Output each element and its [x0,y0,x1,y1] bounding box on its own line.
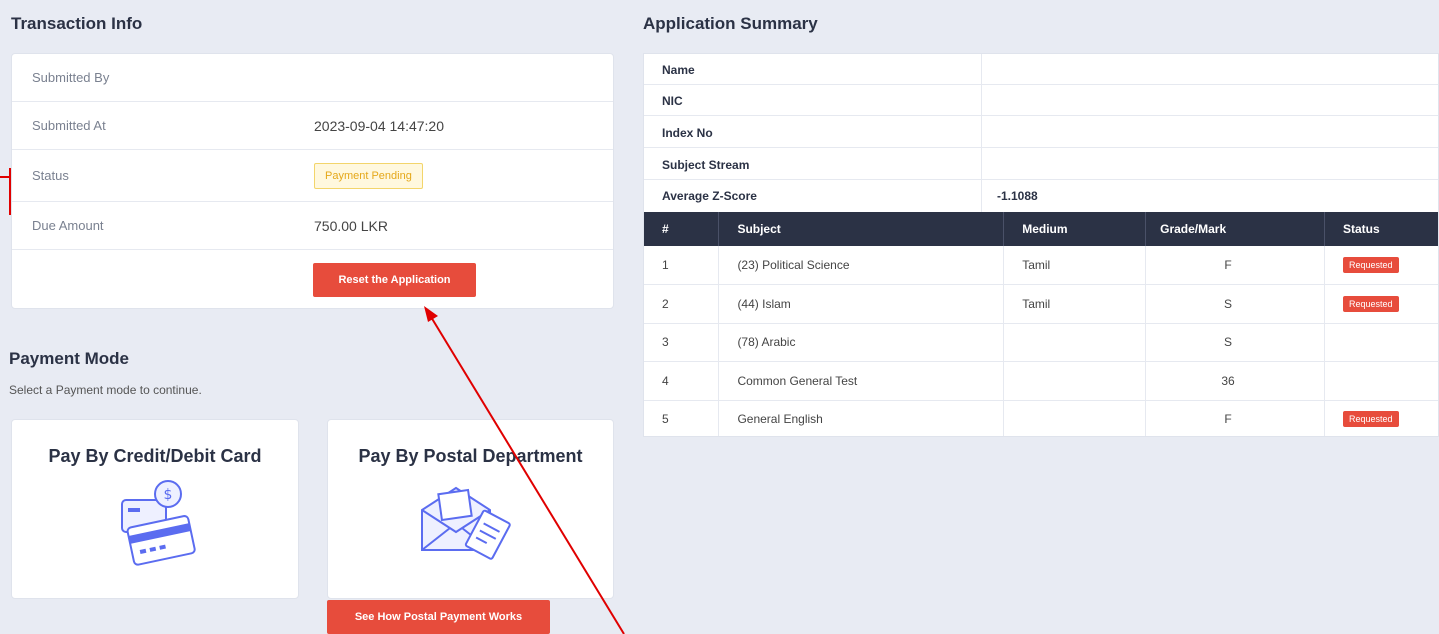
transaction-info-title: Transaction Info [11,14,143,33]
credit-card-icon: $ [121,480,196,566]
status-cell: Requested [1324,284,1438,324]
summary-label: Name [662,63,695,77]
grade-cell: F [1145,246,1325,285]
summary-row-nic: NIC [644,85,1438,116]
svg-text:$: $ [164,487,173,503]
grade-cell: F [1145,400,1325,436]
summary-label: Average Z-Score [662,189,757,203]
subject-cell: Common General Test [718,361,1005,401]
status-cell: Requested [1324,400,1438,436]
column-header: Medium [1003,212,1147,246]
row-number: 4 [644,361,720,401]
tx-row-due-amount: Due Amount 750.00 LKR [12,202,613,250]
tx-label: Status [32,168,69,183]
transaction-info-card: Submitted By Submitted At 2023-09-04 14:… [11,53,614,309]
grade-cell: S [1145,284,1325,324]
medium-cell: Tamil [1003,246,1147,285]
payment-mode-title: Payment Mode [9,349,129,368]
row-number: 3 [644,323,720,362]
medium-cell [1003,400,1147,436]
status-cell: Requested [1324,246,1438,285]
row-number: 1 [644,246,720,285]
summary-row-index-no: Index No [644,117,1438,148]
z-score-value: -1.1088 [997,189,1038,203]
tx-value: 750.00 LKR [314,217,388,234]
table-row: 3 (78) Arabic S [644,323,1438,362]
row-number: 5 [644,400,720,436]
tx-label: Submitted By [32,70,110,85]
subject-cell: General English [718,400,1005,436]
medium-cell [1003,361,1147,401]
medium-cell: Tamil [1003,284,1147,324]
tx-row-status: Status Payment Pending [12,150,613,202]
pay-by-postal-option[interactable]: Pay By Postal Department [327,419,614,599]
requested-badge: Requested [1343,411,1399,428]
subject-cell: (78) Arabic [718,323,1005,362]
row-number: 2 [644,284,720,324]
summary-row-name: Name [644,54,1438,85]
column-header: Status [1324,212,1438,246]
requested-badge: Requested [1343,257,1399,273]
tx-row-submitted-by: Submitted By [12,54,613,102]
table-row: 4 Common General Test 36 [644,361,1438,401]
table-row: 2 (44) Islam Tamil S Requested [644,284,1438,324]
summary-row-z-score: Average Z-Score -1.1088 [644,180,1438,211]
status-cell [1324,323,1438,362]
pay-by-card-title: Pay By Credit/Debit Card [48,446,262,466]
medium-cell [1003,323,1147,362]
envelope-icon [421,486,511,560]
tx-value: 2023-09-04 14:47:20 [314,117,444,134]
pay-by-postal-title: Pay By Postal Department [358,446,583,466]
summary-label: NIC [662,94,683,108]
summary-row-subject-stream: Subject Stream [644,149,1438,180]
table-row: 1 (23) Political Science Tamil F Request… [644,246,1438,285]
status-badge: Payment Pending [314,162,423,189]
column-header: Grade/Mark [1145,212,1325,246]
subject-cell: (23) Political Science [718,246,1005,285]
grade-cell: 36 [1145,361,1325,401]
table-header-row: # Subject Medium Grade/Mark Status [644,212,1438,246]
postal-payment-help-button[interactable]: See How Postal Payment Works [327,600,550,634]
summary-label: Index No [662,126,713,140]
summary-label: Subject Stream [662,158,750,172]
tx-label: Due Amount [32,218,104,233]
table-row: 5 General English F Requested [644,400,1438,436]
status-cell [1324,361,1438,401]
tx-label: Submitted At [32,118,106,133]
subject-cell: (44) Islam [718,284,1005,324]
application-summary-title: Application Summary [643,14,818,33]
payment-mode-subtitle: Select a Payment mode to continue. [9,383,202,397]
subjects-table: # Subject Medium Grade/Mark Status 1 (23… [644,212,1438,436]
application-summary-box: Name NIC Index No Subject Stream Average… [643,53,1439,437]
column-header: Subject [718,212,1005,246]
grade-cell: S [1145,323,1325,362]
pay-by-card-option[interactable]: Pay By Credit/Debit Card $ [11,419,299,599]
reset-application-button[interactable]: Reset the Application [313,263,476,297]
column-header: # [644,212,720,246]
tx-row-submitted-at: Submitted At 2023-09-04 14:47:20 [12,102,613,150]
requested-badge: Requested [1343,295,1399,312]
